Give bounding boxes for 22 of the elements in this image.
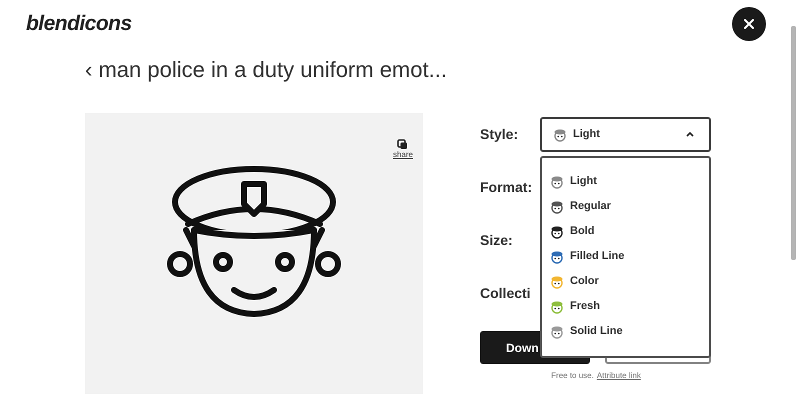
- dropdown-option[interactable]: Fresh: [542, 294, 709, 319]
- field-label: Format:: [480, 178, 534, 197]
- scrollbar[interactable]: [791, 26, 796, 260]
- attribute-link[interactable]: Attribute link: [596, 370, 641, 382]
- field-label: Style:: [480, 125, 520, 144]
- close-icon: [744, 19, 754, 29]
- close-button[interactable]: [732, 7, 766, 41]
- share-button[interactable]: share: [392, 139, 413, 160]
- dropdown-option[interactable]: Regular: [542, 194, 709, 219]
- logo[interactable]: blendicons: [26, 8, 132, 40]
- dropdown-option[interactable]: Light: [542, 169, 709, 194]
- page-title: ‹ man police in a duty uniform emot...: [85, 57, 447, 82]
- style-select[interactable]: Light: [540, 117, 711, 152]
- field-label: Size:: [480, 231, 514, 250]
- dropdown-option[interactable]: Color: [542, 269, 709, 294]
- police-face-icon: [553, 128, 567, 142]
- dropdown-option[interactable]: Bold: [542, 219, 709, 244]
- license-text: Free to use.: [551, 370, 594, 382]
- dropdown-option[interactable]: Filled Line: [542, 244, 709, 269]
- field-label: Collecti: [480, 284, 532, 303]
- caret-icon: [686, 132, 694, 137]
- copy-icon: [397, 139, 408, 150]
